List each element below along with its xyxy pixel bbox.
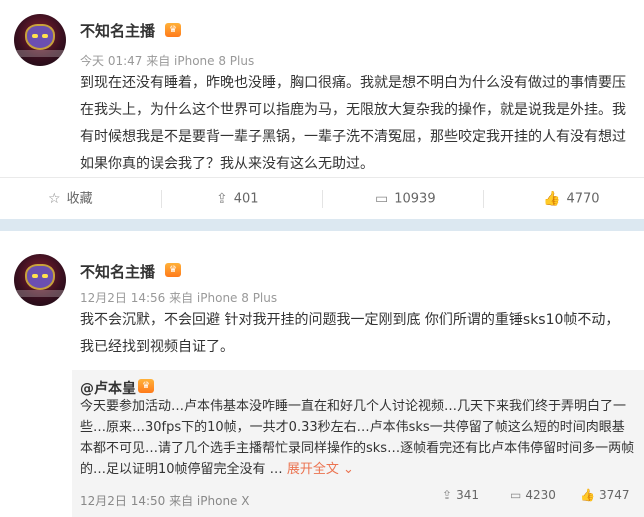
author-name[interactable]: 不知名主播 bbox=[80, 20, 155, 41]
comment-count: 10939 bbox=[394, 191, 436, 207]
like-count: 4770 bbox=[566, 191, 600, 207]
repost-icon: ⇪ bbox=[216, 191, 228, 207]
repost-like-button[interactable]: 👍 3747 bbox=[580, 488, 630, 502]
author-name[interactable]: 不知名主播 bbox=[80, 261, 155, 282]
thumbs-up-icon: 👍 bbox=[543, 191, 561, 207]
comment-icon: ▭ bbox=[510, 488, 522, 502]
avatar[interactable] bbox=[14, 14, 66, 66]
post-meta[interactable]: 今天 01:47 来自 iPhone 8 Plus bbox=[80, 52, 254, 69]
repost-count: 401 bbox=[233, 191, 259, 207]
repost-button[interactable]: ⇪ 401 bbox=[216, 178, 259, 220]
vip-badge-icon: ♛ bbox=[165, 263, 181, 277]
like-button[interactable]: 👍 4770 bbox=[543, 178, 600, 220]
expand-full-text-link[interactable]: 展开全文 ⌄ bbox=[287, 462, 354, 477]
repost-body: 今天要参加活动…卢本伟基本没咋睡一直在和好几个人讨论视频…几天下来我们终于弄明白… bbox=[80, 399, 635, 477]
repost-text: 今天要参加活动…卢本伟基本没咋睡一直在和好几个人讨论视频…几天下来我们终于弄明白… bbox=[80, 396, 636, 480]
post-1: 不知名主播 ♛ 今天 01:47 来自 iPhone 8 Plus 到现在还没有… bbox=[0, 0, 644, 219]
thumbs-up-icon: 👍 bbox=[580, 488, 595, 502]
post-meta[interactable]: 12月2日 14:56 来自 iPhone 8 Plus bbox=[80, 289, 277, 306]
post-text: 到现在还没有睡着，昨晚也没睡，胸口很痛。我就是想不明白为什么没有做过的事情要压在… bbox=[80, 75, 626, 172]
like-count: 3747 bbox=[598, 488, 630, 502]
post-text: 我不会沉默，不会回避 针对我开挂的问题我一定刚到底 你们所谓的重锤sks10帧不… bbox=[80, 312, 620, 355]
repost-repost-button[interactable]: ⇪ 341 bbox=[442, 488, 479, 502]
vip-badge-icon: ♛ bbox=[165, 23, 181, 37]
comment-count: 4230 bbox=[525, 488, 556, 502]
reposted-content[interactable]: @卢本皇 ♛ 今天要参加活动…卢本伟基本没咋睡一直在和好几个人讨论视频…几天下来… bbox=[72, 370, 644, 517]
repost-author[interactable]: @卢本皇 bbox=[80, 378, 136, 398]
repost-meta[interactable]: 12月2日 14:50 来自 iPhone X bbox=[80, 492, 249, 509]
avatar[interactable] bbox=[14, 254, 66, 306]
repost-comment-button[interactable]: ▭ 4230 bbox=[510, 488, 556, 502]
comment-button[interactable]: ▭ 10939 bbox=[375, 178, 436, 220]
action-bar: ☆ 收藏 ⇪ 401 ▭ 10939 👍 4770 bbox=[0, 177, 644, 220]
repost-icon: ⇪ bbox=[442, 488, 453, 502]
star-icon: ☆ bbox=[48, 191, 61, 207]
favorite-button[interactable]: ☆ 收藏 bbox=[48, 178, 93, 220]
repost-count: 341 bbox=[456, 488, 479, 502]
comment-icon: ▭ bbox=[375, 191, 389, 207]
favorite-label: 收藏 bbox=[66, 191, 93, 207]
feed-divider bbox=[0, 219, 644, 231]
vip-badge-icon: ♛ bbox=[138, 379, 154, 393]
